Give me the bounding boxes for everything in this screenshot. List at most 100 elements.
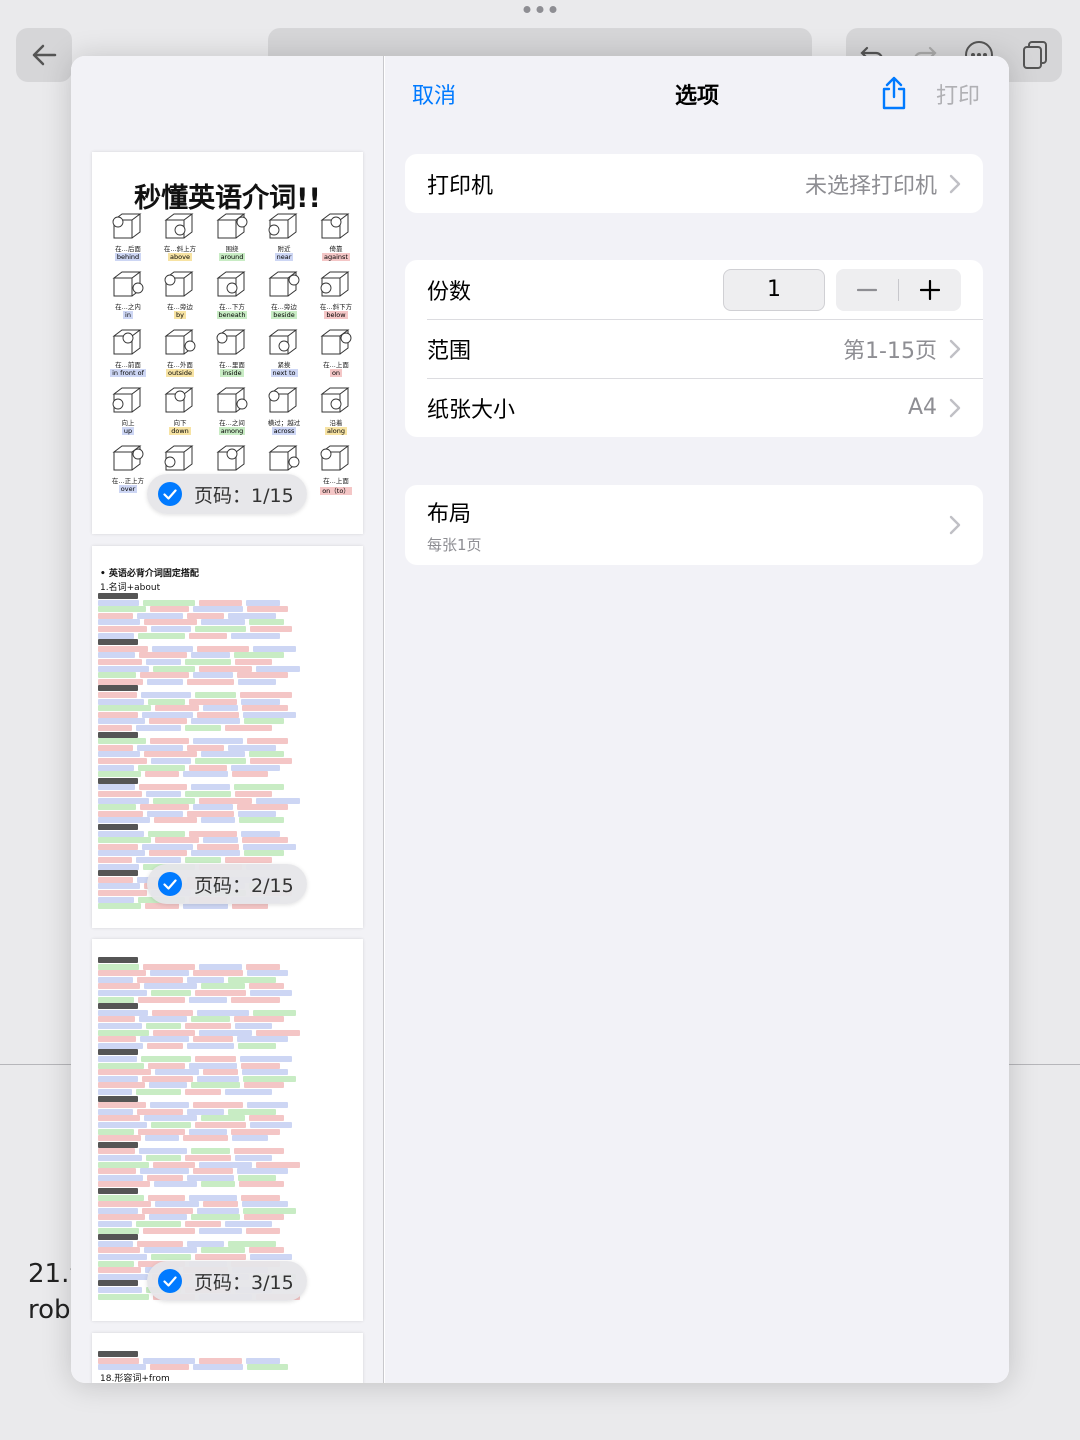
thumbnail-text-line bbox=[98, 1003, 357, 1010]
page-indicator-2[interactable]: 页码：2/15 bbox=[147, 864, 307, 904]
range-label: 范围 bbox=[427, 338, 472, 364]
paper-size-label: 纸张大小 bbox=[427, 397, 516, 423]
cancel-button[interactable]: 取消 bbox=[412, 78, 456, 110]
thumbnail-text-line bbox=[98, 1155, 357, 1161]
back-arrow-icon bbox=[32, 44, 57, 66]
preposition-cube-icon bbox=[216, 329, 246, 355]
preposition-word: inside bbox=[220, 369, 244, 377]
thumbnail-text-line bbox=[98, 1108, 357, 1115]
print-options-sheet: 秒懂英语介词!! 在...后面 behind 在...斜上方 above 围绕 aroun… bbox=[71, 56, 1009, 1383]
thumbnail-text-line bbox=[98, 672, 357, 679]
thumbnail-text-line bbox=[98, 731, 357, 738]
printer-label: 打印机 bbox=[427, 173, 494, 199]
thumbnail-text-line bbox=[98, 1095, 357, 1102]
page-thumbnail-2[interactable]: • 英语必背介词固定搭配 1.名词+about 页码：2/15 bbox=[92, 546, 363, 928]
range-value: 第1-15页 bbox=[843, 338, 937, 364]
page-indicator-1[interactable]: 页码：1/15 bbox=[147, 474, 307, 514]
paper-size-value: A4 bbox=[907, 395, 937, 420]
share-icon[interactable] bbox=[879, 75, 909, 111]
preposition-label: 在...下方 bbox=[219, 303, 245, 311]
thumbnail-text-line bbox=[98, 1056, 357, 1062]
preposition-word: down bbox=[169, 427, 191, 435]
print-button[interactable]: 打印 bbox=[936, 78, 980, 110]
thumbnail-text-line bbox=[98, 850, 357, 857]
preposition-cube-icon bbox=[164, 213, 194, 239]
range-row[interactable]: 范围 第1-15页 bbox=[405, 319, 983, 378]
thumbnail-text-line bbox=[98, 857, 357, 863]
page-preview-pane[interactable]: 秒懂英语介词!! 在...后面 behind 在...斜上方 above 围绕 aroun… bbox=[71, 56, 384, 1383]
thumbnail-text-line bbox=[98, 698, 357, 705]
thumbnail-text-line bbox=[98, 810, 357, 817]
chevron-right-icon bbox=[949, 339, 961, 358]
page-4-heading: 18.形容词+from bbox=[100, 1374, 170, 1383]
page-2-subheading: 1.名词+about bbox=[100, 583, 161, 593]
preposition-word: in bbox=[123, 311, 133, 319]
preposition-label: 在...之间 bbox=[219, 419, 245, 427]
increment-button[interactable] bbox=[899, 269, 961, 311]
thumbnail-text-line bbox=[98, 652, 357, 659]
preposition-label: 在...正上方 bbox=[111, 477, 145, 485]
page-thumbnail-4[interactable]: 18.形容词+from bbox=[92, 1333, 363, 1383]
preposition-cube-icon bbox=[112, 329, 142, 355]
preposition-cube-icon bbox=[320, 329, 352, 355]
thumbnail-text-line bbox=[98, 1240, 357, 1247]
thumbnail-text-line bbox=[98, 791, 357, 797]
page-indicator-label: 页码：2/15 bbox=[194, 874, 294, 897]
options-header: 选项 取消 打印 bbox=[385, 56, 1009, 132]
preposition-label: 沿着 bbox=[329, 419, 343, 427]
preposition-word: below bbox=[324, 311, 348, 319]
preposition-label: 在...上面 bbox=[323, 477, 349, 485]
thumbnail-text-line bbox=[98, 1115, 357, 1122]
page-indicator-label: 页码：3/15 bbox=[194, 1271, 294, 1294]
preposition-label: 在...里面 bbox=[219, 361, 245, 369]
thumbnail-text-line bbox=[98, 784, 357, 791]
thumbnail-text-line bbox=[98, 817, 357, 824]
chevron-right-icon bbox=[949, 398, 961, 417]
preposition-label: 在...后面 bbox=[115, 245, 141, 253]
preposition-label: 在...斜下方 bbox=[319, 303, 353, 311]
preposition-label: 在...斜上方 bbox=[163, 245, 197, 253]
preposition-word: beside bbox=[271, 311, 297, 319]
back-button[interactable] bbox=[16, 28, 72, 82]
preposition-label: 在...旁边 bbox=[271, 303, 297, 311]
copies-field[interactable]: 1 bbox=[723, 268, 825, 311]
thumbnail-text-line bbox=[98, 705, 357, 712]
preposition-word: along bbox=[324, 427, 347, 435]
thumbnail-text-line bbox=[98, 1128, 357, 1135]
multitasking-dots[interactable] bbox=[523, 6, 557, 13]
thumbnail-text-line bbox=[98, 619, 357, 626]
thumbnail-text-line bbox=[98, 1188, 357, 1194]
layout-row[interactable]: 布局 每张1页 bbox=[405, 485, 983, 565]
thumbnail-text-line bbox=[98, 1194, 357, 1201]
preposition-cube-icon bbox=[320, 445, 350, 471]
page-thumbnail-1[interactable]: 秒懂英语介词!! 在...后面 behind 在...斜上方 above 围绕 aroun… bbox=[92, 152, 363, 534]
paper-size-row[interactable]: 纸张大小 A4 bbox=[405, 378, 983, 437]
thumbnail-text-line bbox=[98, 593, 357, 599]
thumbnail-text-line bbox=[98, 1181, 357, 1188]
page-indicator-3[interactable]: 页码：3/15 bbox=[147, 1261, 307, 1301]
thumbnail-text-line bbox=[98, 1102, 357, 1109]
thumbnail-text-line bbox=[98, 1254, 357, 1260]
layout-subtitle: 每张1页 bbox=[427, 535, 482, 554]
copies-row: 份数 1 bbox=[405, 260, 983, 319]
thumbnail-text-line bbox=[98, 1221, 357, 1227]
thumbnail-text-line bbox=[98, 665, 357, 672]
options-title: 选项 bbox=[674, 84, 719, 109]
preposition-label: 紧挨 bbox=[277, 361, 291, 369]
preposition-cube-icon bbox=[112, 445, 144, 471]
preposition-cube-icon bbox=[268, 387, 298, 413]
thumbnail-text-line bbox=[98, 1036, 357, 1043]
thumbnail-text-line bbox=[98, 1016, 357, 1023]
thumbnail-text-line bbox=[98, 797, 357, 804]
layout-label: 布局 bbox=[427, 501, 472, 527]
pages-icon[interactable] bbox=[1021, 40, 1049, 70]
printer-row[interactable]: 打印机 未选择打印机 bbox=[405, 154, 983, 213]
chevron-right-icon bbox=[949, 174, 961, 193]
preposition-word: next to bbox=[270, 369, 298, 377]
thumbnail-text-line bbox=[98, 990, 357, 996]
preposition-cube-icon bbox=[216, 271, 246, 297]
thumbnail-text-line bbox=[98, 1207, 357, 1214]
decrement-button[interactable] bbox=[836, 269, 898, 311]
page-thumbnail-3[interactable]: 页码：3/15 bbox=[92, 939, 363, 1321]
thumbnail-text-line bbox=[98, 751, 357, 758]
